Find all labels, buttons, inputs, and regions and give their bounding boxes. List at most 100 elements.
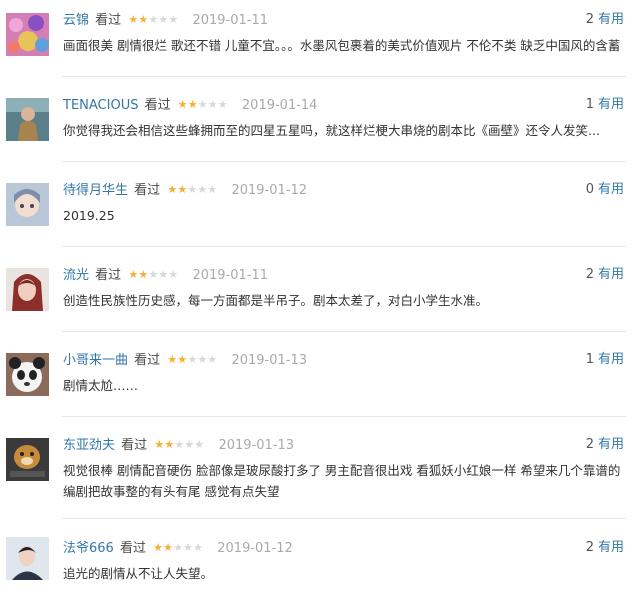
avatar[interactable] xyxy=(6,98,49,141)
comment-meta: 东亚劲夫 看过 ★★★★★ 2019-01-13 xyxy=(63,436,294,454)
star-empty-icon: ★ xyxy=(197,353,207,366)
username-link[interactable]: 云锦 xyxy=(63,13,89,28)
star-empty-icon: ★ xyxy=(173,541,183,554)
star-empty-icon: ★ xyxy=(187,353,197,366)
star-filled-icon: ★ xyxy=(177,183,187,196)
vote-area: 2 有用 xyxy=(586,11,624,29)
star-empty-icon: ★ xyxy=(197,183,207,196)
watch-status: 看过 xyxy=(119,541,146,556)
star-empty-icon: ★ xyxy=(207,353,217,366)
divider xyxy=(62,246,626,247)
rating-stars: ★★★★★ xyxy=(128,11,178,29)
vote-count: 2 xyxy=(585,267,594,282)
username-link[interactable]: TENACIOUS xyxy=(63,98,138,113)
comment-text: 视觉很棒 剧情配音硬伤 脸部像是玻尿酸打多了 男主配音很出戏 看狐妖小红娘一样 … xyxy=(63,463,621,499)
avatar-image xyxy=(6,353,49,396)
comment-text: 2019.25 xyxy=(63,208,115,223)
divider xyxy=(62,518,626,519)
star-filled-icon: ★ xyxy=(163,541,173,554)
username-link[interactable]: 东亚劲夫 xyxy=(63,438,115,453)
watch-status: 看过 xyxy=(95,268,122,283)
username-link[interactable]: 小哥来一曲 xyxy=(63,353,128,368)
rating-stars: ★★★★★ xyxy=(154,436,204,454)
comment-text: 剧情太尬…… xyxy=(63,378,139,393)
comment-text: 你觉得我还会相信这些蜂拥而至的四星五星吗，就这样烂梗大串烧的剧本比《画壁》还令人… xyxy=(63,123,600,138)
comment-date: 2019-01-12 xyxy=(231,183,308,198)
username-link[interactable]: 法爷666 xyxy=(63,541,114,556)
star-filled-icon: ★ xyxy=(154,438,164,451)
avatar[interactable] xyxy=(6,268,49,311)
watch-status: 看过 xyxy=(121,438,148,453)
comment-date: 2019-01-11 xyxy=(192,268,269,283)
watch-status: 看过 xyxy=(134,353,161,368)
comment-date: 2019-01-11 xyxy=(192,13,269,28)
avatar-image xyxy=(6,268,49,311)
avatar[interactable] xyxy=(6,537,49,580)
useful-button[interactable]: 有用 xyxy=(598,540,624,555)
star-empty-icon: ★ xyxy=(207,183,217,196)
comment-meta: 法爷666 看过 ★★★★★ 2019-01-12 xyxy=(63,539,293,557)
star-empty-icon: ★ xyxy=(158,268,168,281)
star-filled-icon: ★ xyxy=(177,98,188,111)
star-empty-icon: ★ xyxy=(158,13,168,26)
useful-button[interactable]: 有用 xyxy=(598,182,624,197)
useful-button[interactable]: 有用 xyxy=(598,437,624,452)
avatar-image xyxy=(6,183,49,226)
vote-count: 1 xyxy=(585,352,594,367)
divider xyxy=(62,76,626,77)
comment-meta: 待得月华生 看过 ★★★★★ 2019-01-12 xyxy=(63,181,307,199)
star-empty-icon: ★ xyxy=(148,13,158,26)
avatar[interactable] xyxy=(6,13,49,56)
star-filled-icon: ★ xyxy=(167,353,177,366)
star-empty-icon: ★ xyxy=(193,541,203,554)
vote-area: 2 有用 xyxy=(586,266,624,284)
star-filled-icon: ★ xyxy=(167,183,177,196)
vote-area: 2 有用 xyxy=(586,539,624,557)
comment-meta: TENACIOUS 看过 ★★★★★ 2019-01-14 xyxy=(63,96,317,114)
star-empty-icon: ★ xyxy=(148,268,158,281)
vote-area: 1 有用 xyxy=(586,96,624,114)
watch-status: 看过 xyxy=(144,98,171,113)
star-empty-icon: ★ xyxy=(194,438,204,451)
rating-stars: ★★★★★ xyxy=(128,266,178,284)
vote-count: 2 xyxy=(585,437,594,452)
star-empty-icon: ★ xyxy=(183,541,193,554)
avatar[interactable] xyxy=(6,353,49,396)
vote-count: 1 xyxy=(585,97,594,112)
watch-status: 看过 xyxy=(95,13,122,28)
avatar-image xyxy=(6,438,49,481)
comment-date: 2019-01-14 xyxy=(241,98,318,113)
rating-stars: ★★★★★ xyxy=(153,539,203,557)
comment-text: 追光的剧情从不让人失望。 xyxy=(63,566,214,581)
vote-area: 2 有用 xyxy=(586,436,624,454)
vote-count: 0 xyxy=(585,182,594,197)
avatar[interactable] xyxy=(6,183,49,226)
useful-button[interactable]: 有用 xyxy=(598,267,624,282)
comment-list: 云锦 看过 ★★★★★ 2019-01-11 2 有用 画面很美 剧情很烂 歌还不… xyxy=(0,0,640,595)
rating-stars: ★★★★★ xyxy=(178,96,228,114)
avatar-image xyxy=(6,537,49,580)
vote-area: 1 有用 xyxy=(586,351,624,369)
star-empty-icon: ★ xyxy=(168,268,178,281)
star-filled-icon: ★ xyxy=(177,353,187,366)
useful-button[interactable]: 有用 xyxy=(598,12,624,27)
rating-stars: ★★★★★ xyxy=(167,181,217,199)
useful-button[interactable]: 有用 xyxy=(598,97,624,112)
username-link[interactable]: 流光 xyxy=(63,268,89,283)
avatar-image xyxy=(6,98,49,141)
username-link[interactable]: 待得月华生 xyxy=(63,183,128,198)
star-empty-icon: ★ xyxy=(207,98,218,111)
star-empty-icon: ★ xyxy=(174,438,184,451)
divider xyxy=(62,161,626,162)
useful-button[interactable]: 有用 xyxy=(598,352,624,367)
avatar-image xyxy=(6,13,49,56)
star-empty-icon: ★ xyxy=(184,438,194,451)
avatar[interactable] xyxy=(6,438,49,481)
star-filled-icon: ★ xyxy=(128,13,138,26)
star-empty-icon: ★ xyxy=(197,98,208,111)
divider xyxy=(62,331,626,332)
vote-count: 2 xyxy=(585,540,594,555)
star-empty-icon: ★ xyxy=(187,183,197,196)
comment-date: 2019-01-13 xyxy=(218,438,295,453)
vote-count: 2 xyxy=(585,12,594,27)
